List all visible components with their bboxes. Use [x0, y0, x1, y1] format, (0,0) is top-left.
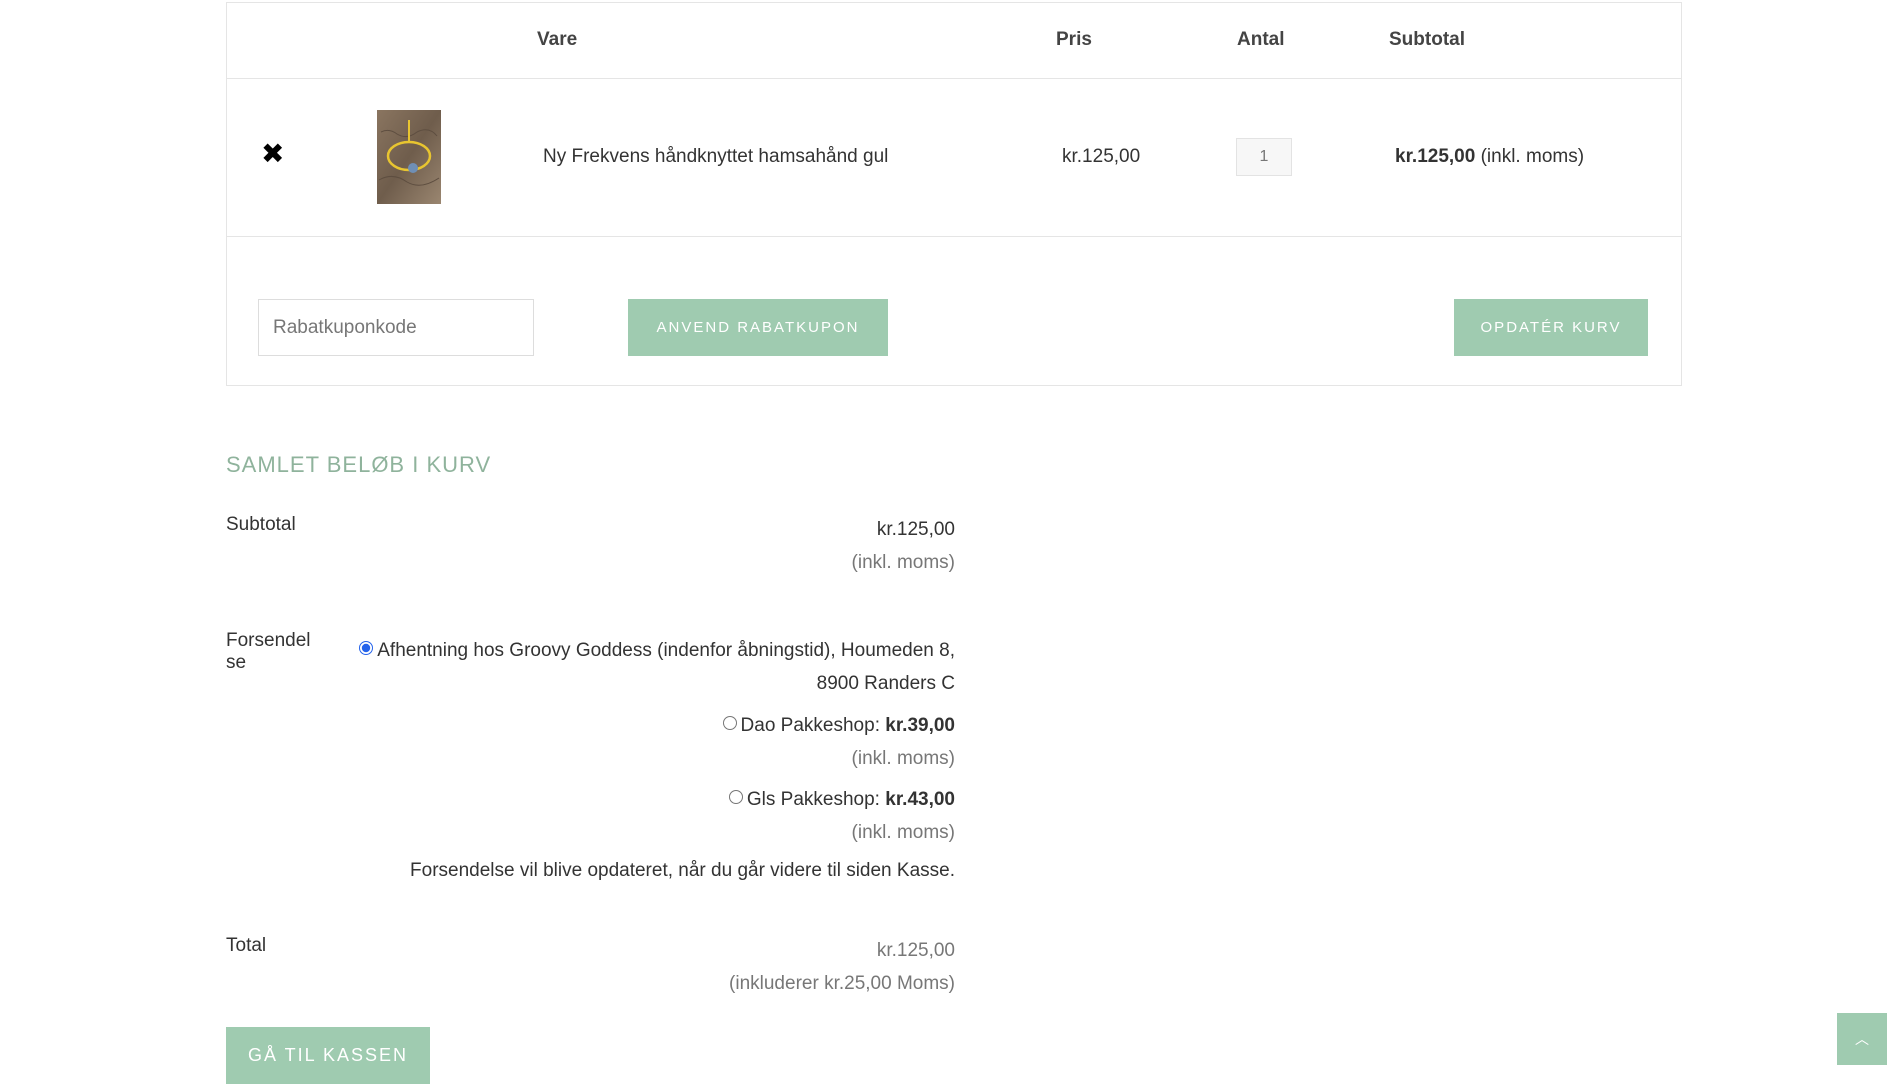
coupon-code-input[interactable]	[258, 299, 534, 356]
header-price: Pris	[1056, 29, 1092, 50]
subtotal-tax: (inkl. moms)	[851, 552, 955, 573]
product-name[interactable]: Ny Frekvens håndknyttet hamsahånd gul	[543, 146, 888, 168]
shipping-option-dao[interactable]: Dao Pakkeshop: kr.39,00	[722, 715, 955, 737]
cart-table: Vare Pris Antal Subtotal ✖ Ny Frekvens h…	[226, 2, 1682, 386]
cart-item-row: ✖ Ny Frekvens håndknyttet hamsahånd gul …	[227, 78, 1681, 237]
gls-tax: (inkl. moms)	[851, 822, 955, 843]
close-icon[interactable]: ✖	[261, 140, 284, 168]
dao-tax: (inkl. moms)	[851, 748, 955, 769]
header-quantity: Antal	[1237, 29, 1285, 50]
total-label: Total	[226, 935, 267, 956]
chevron-up-icon: ︿	[1855, 1031, 1869, 1047]
gls-price: kr.43,00	[885, 789, 955, 810]
dao-label: Dao Pakkeshop:	[740, 715, 880, 736]
subtotal-value: kr.125,00	[876, 519, 955, 540]
shipping-option-gls[interactable]: Gls Pakkeshop: kr.43,00	[728, 789, 955, 811]
checkout-button[interactable]: Gå til kassen	[226, 1027, 430, 1084]
header-product: Vare	[537, 29, 578, 50]
quantity-input[interactable]	[1236, 138, 1292, 176]
shipping-label: Forsendel se	[226, 630, 311, 674]
total-value: kr.125,00	[876, 940, 955, 961]
shipping-radio-gls[interactable]	[728, 790, 743, 804]
shipping-radio-pickup[interactable]	[359, 641, 374, 655]
shipping-option-pickup[interactable]: Afhentning hos Groovy Goddess (indenfor …	[359, 640, 955, 662]
apply-coupon-button[interactable]: Anvend rabatkupon	[628, 299, 888, 356]
cart-totals-title: Samlet beløb i kurv	[226, 452, 492, 477]
header-subtotal: Subtotal	[1389, 29, 1465, 50]
shipping-label-line1: Forsendel	[226, 630, 311, 651]
pickup-label-line2: 8900 Randers C	[816, 673, 955, 694]
shipping-radio-dao[interactable]	[722, 716, 737, 730]
item-subtotal: kr.125,00 (inkl. moms)	[1395, 146, 1584, 168]
cart-header-row: Vare Pris Antal Subtotal	[227, 3, 1681, 79]
gls-label: Gls Pakkeshop:	[746, 789, 880, 810]
scroll-to-top-button[interactable]: ︿	[1837, 1013, 1887, 1065]
dao-price: kr.39,00	[885, 715, 955, 736]
item-tax-note: (inkl. moms)	[1480, 146, 1585, 167]
update-cart-button[interactable]: Opdatér kurv	[1454, 299, 1648, 356]
shipping-label-line2: se	[226, 652, 247, 673]
item-subtotal-value: kr.125,00	[1395, 146, 1476, 167]
product-price: kr.125,00	[1062, 146, 1141, 167]
bracelet-thumbnail[interactable]	[377, 110, 441, 204]
subtotal-label: Subtotal	[226, 514, 296, 535]
shipping-note: Forsendelse vil blive opdateret, når du …	[410, 860, 955, 881]
total-tax: (inkluderer kr.25,00 Moms)	[729, 973, 955, 994]
pickup-label-line1: Afhentning hos Groovy Goddess (indenfor …	[377, 640, 955, 661]
